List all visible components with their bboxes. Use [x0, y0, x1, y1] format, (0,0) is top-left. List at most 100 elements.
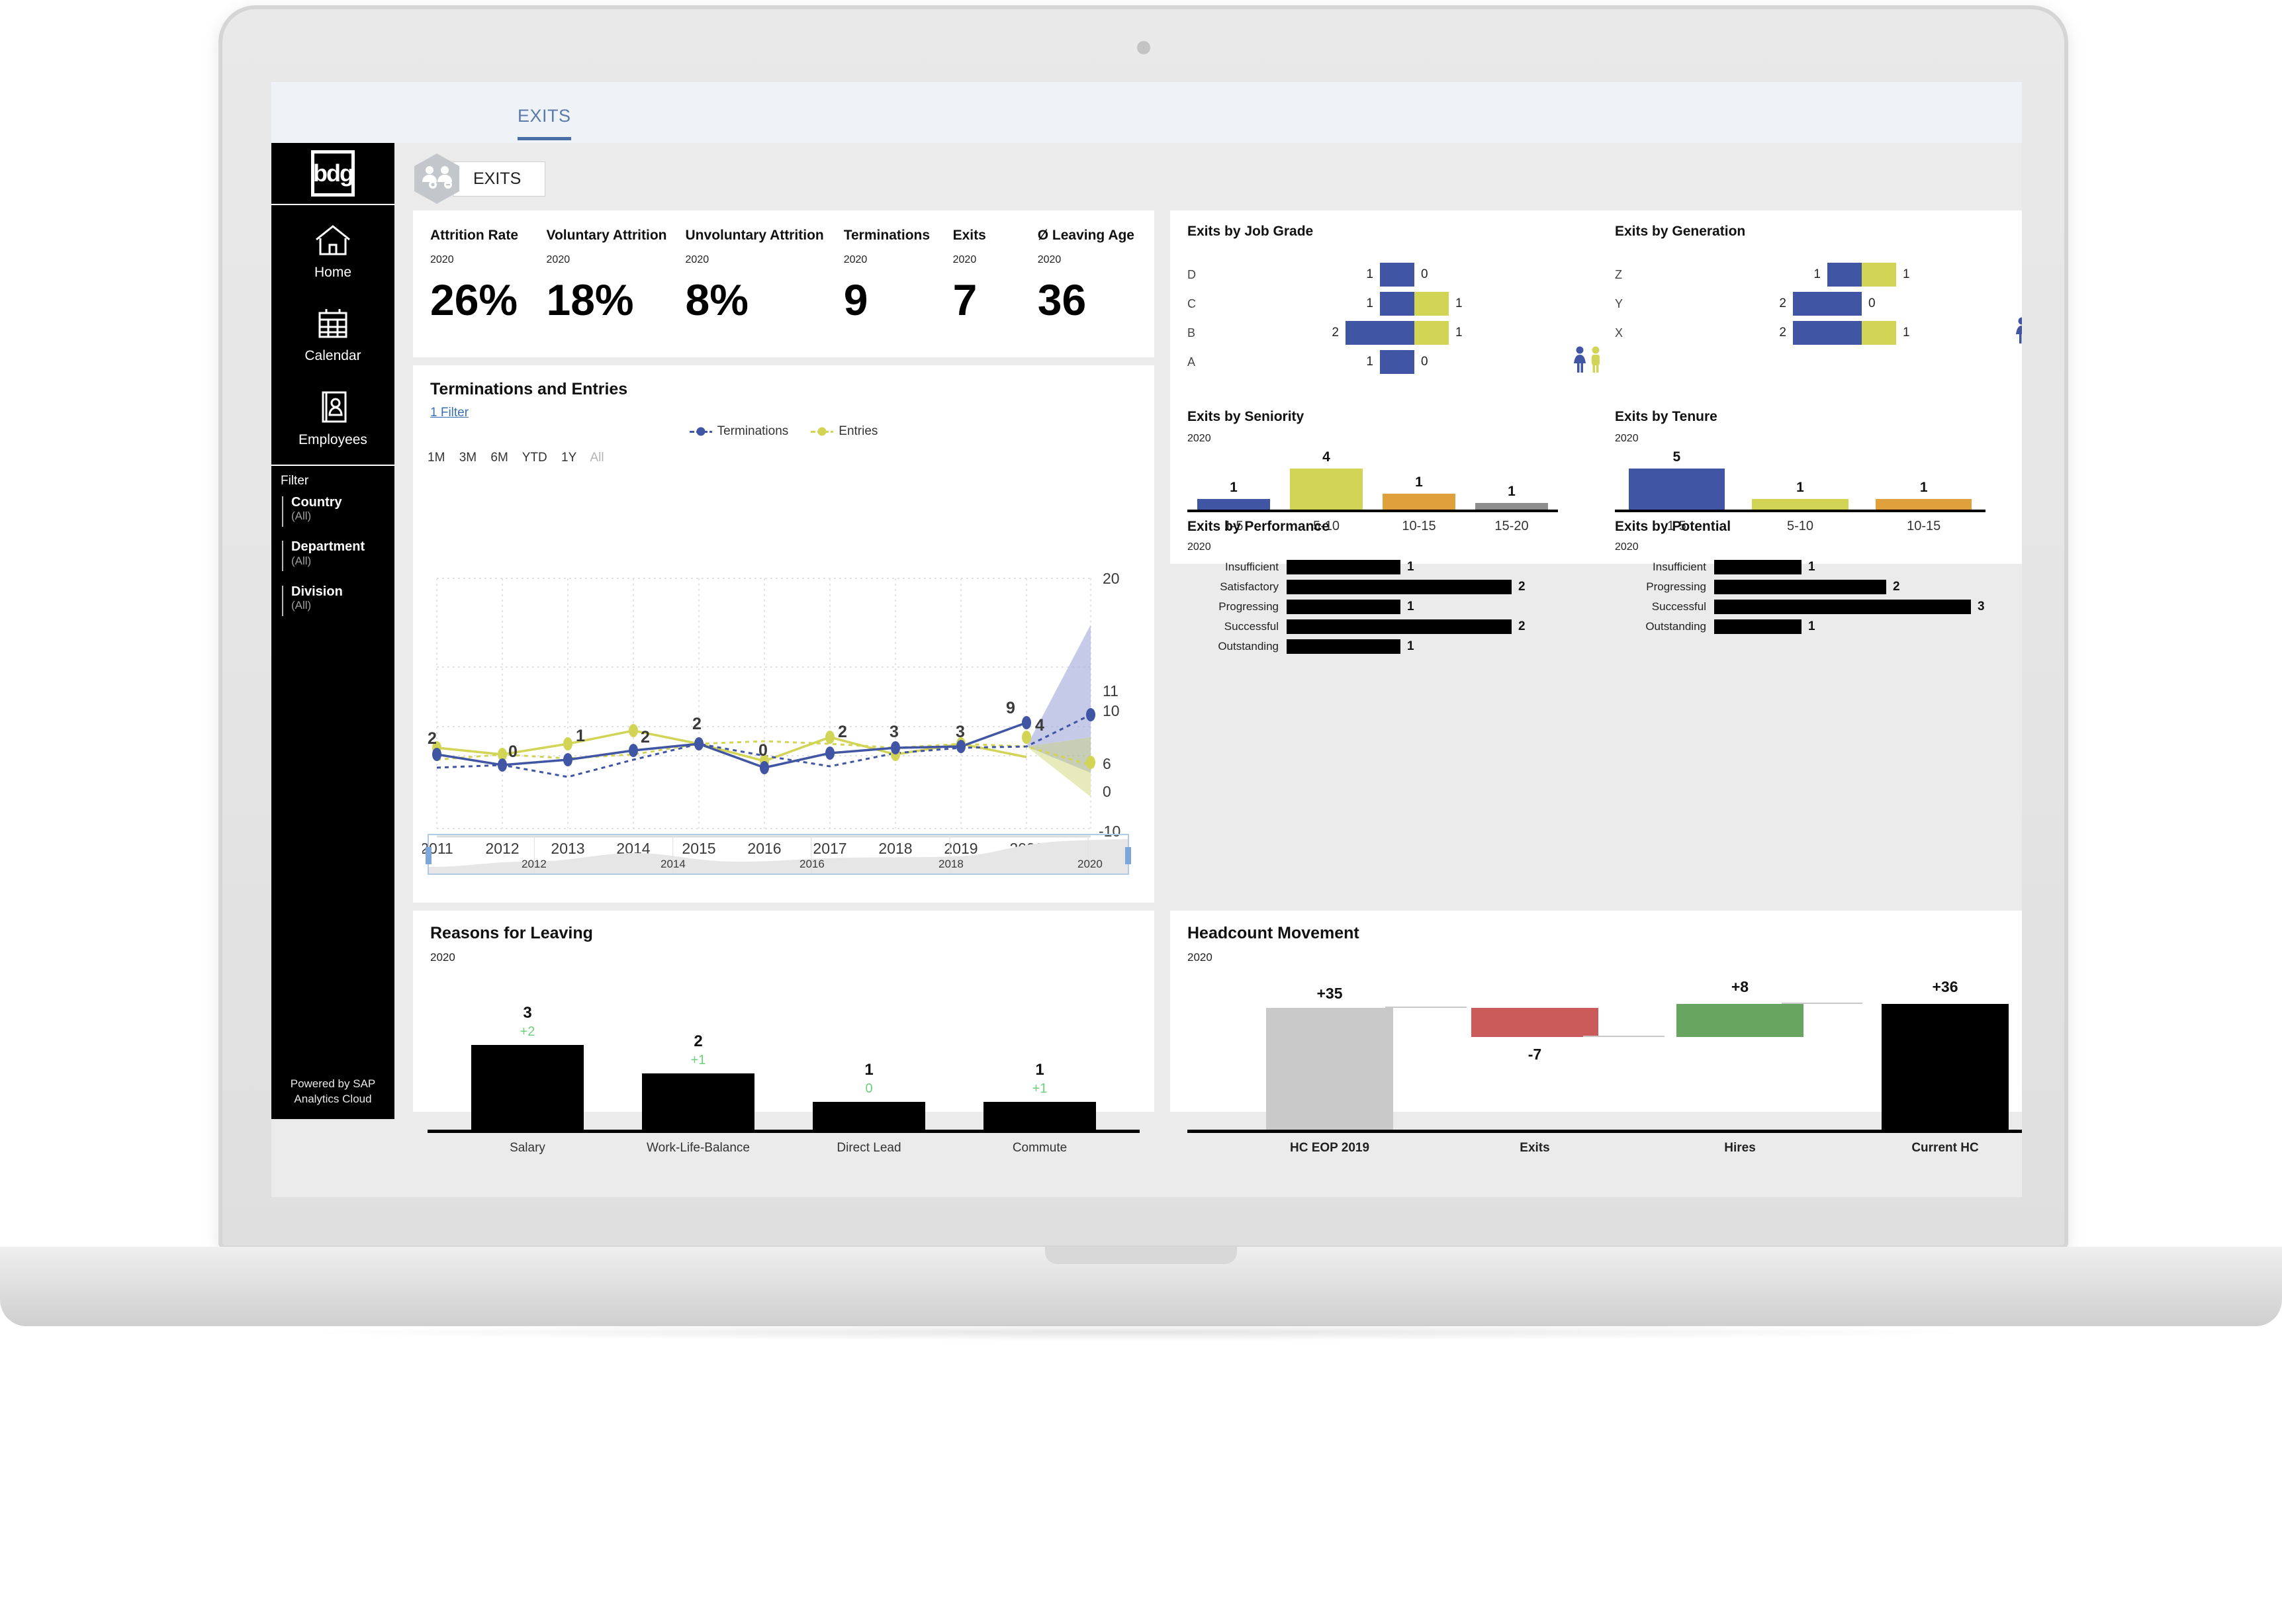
range-all[interactable]: All: [590, 451, 604, 465]
bar-value: 1: [1407, 639, 1414, 653]
sidebar-item-employees[interactable]: Employees: [271, 377, 394, 461]
page-title: EXITS: [453, 161, 546, 197]
bar-column: 1: [1465, 484, 1558, 510]
waterfall-connector: [1583, 1036, 1665, 1037]
bar-row: Satisfactory 2: [1187, 578, 1558, 596]
filter-country[interactable]: Country (All): [271, 495, 394, 527]
chart-subtitle: 2020: [430, 951, 455, 964]
svg-text:10: 10: [1103, 702, 1120, 719]
laptop-lid: EXITS bdg Home Calendar Employees Filter…: [218, 5, 2068, 1249]
bar-value: +8: [1731, 978, 1749, 995]
minimap-handle-right[interactable]: [1125, 847, 1131, 864]
svg-text:0: 0: [758, 741, 768, 760]
laptop-base-notch: [1045, 1247, 1237, 1264]
category-label: Insufficient: [1653, 561, 1706, 573]
bars: 1 4 1 1: [1187, 449, 1558, 512]
filter-label: Department: [291, 539, 365, 555]
sidebar-item-home[interactable]: Home: [271, 210, 394, 294]
bar: [641, 1073, 755, 1130]
time-range-minimap[interactable]: 2012 2014 2016 2018 2020: [426, 834, 1131, 875]
range-ytd[interactable]: YTD: [522, 451, 547, 465]
category-label: Progressing: [1218, 600, 1279, 613]
svg-text:1: 1: [576, 727, 585, 745]
bar-value: -7: [1528, 1046, 1542, 1063]
bar-value: 1: [1919, 480, 1928, 495]
bar: [471, 1045, 584, 1130]
bar-column: 1: [1862, 480, 1985, 510]
bar-male: [1862, 321, 1896, 345]
svg-text:0: 0: [508, 743, 518, 761]
range-3m[interactable]: 3M: [459, 451, 477, 465]
kpi-label: Terminations: [843, 228, 931, 243]
category-label: Outstanding: [1645, 620, 1706, 633]
exits-people-icon: [413, 152, 461, 205]
butterfly-row: B 2 1: [1187, 320, 1611, 345]
bar-female: [1827, 263, 1862, 287]
tab-exits[interactable]: EXITS: [518, 106, 571, 140]
legend-item-terminations[interactable]: Terminations: [689, 424, 789, 439]
value-female: 1: [1366, 355, 1373, 369]
value-female: 2: [1779, 326, 1786, 339]
category-label: HC EOP 2019: [1289, 1141, 1370, 1155]
kpi-attrition-rate: Attrition Rate 2020 26%: [430, 228, 527, 322]
category-label: Outstanding: [1218, 640, 1279, 653]
value-female: 1: [1366, 296, 1373, 310]
calendar-icon: [316, 307, 349, 340]
bar-value: 1: [864, 1061, 874, 1079]
bar-value: +36: [1932, 978, 1958, 995]
bar-row: Progressing 2: [1615, 578, 2012, 596]
chart-subtitle: 2020: [1615, 433, 1639, 444]
filter-link[interactable]: 1 Filter: [430, 406, 1154, 420]
page-header: EXITS: [413, 152, 546, 205]
bar-female: [1793, 292, 1862, 316]
legend-label: Entries: [839, 424, 878, 438]
legend-item-entries[interactable]: Entries: [811, 424, 878, 439]
filter-division[interactable]: Division (All): [271, 584, 394, 617]
kpi-value: 18%: [546, 275, 634, 324]
svg-text:2: 2: [641, 728, 650, 746]
logo-text: bdg: [311, 150, 355, 197]
range-selector[interactable]: 1M 3M 6M YTD 1Y All: [428, 451, 1154, 465]
exits-by-seniority-chart: Exits by Seniority 2020 1 4 1 1 1-5 5-10…: [1187, 409, 1558, 534]
bar: [1717, 580, 1886, 594]
bar-column: 5: [1615, 449, 1739, 510]
category-label: Satisfactory: [1220, 580, 1279, 593]
svg-text:3: 3: [956, 723, 965, 741]
bar: [983, 1102, 1097, 1130]
kpi-voluntary-attrition: Voluntary Attrition 2020 18%: [546, 228, 667, 324]
range-1m[interactable]: 1M: [428, 451, 445, 465]
bar-value: 1: [1407, 560, 1414, 574]
employees-icon: [316, 390, 349, 424]
bar: [1289, 560, 1400, 574]
filter-department[interactable]: Department (All): [271, 539, 394, 572]
bar: [1875, 499, 1972, 510]
bar-value: 3: [523, 1004, 532, 1022]
kpi-label: Voluntary Attrition: [546, 228, 667, 243]
bar-row: Insufficient 1: [1615, 559, 2012, 576]
legend-label: Terminations: [717, 424, 789, 438]
exits-by-tenure-chart: Exits by Tenure 2020 5 1 1 1-5 5-10 10-1…: [1615, 409, 1985, 534]
kpi-value: 26%: [430, 275, 518, 324]
app-logo[interactable]: bdg: [271, 143, 394, 205]
kpi-leaving-age: Ø Leaving Age 2020 36: [1038, 228, 1134, 322]
bar: [1289, 619, 1512, 634]
kpi-value: 9: [843, 275, 868, 324]
range-1y[interactable]: 1Y: [561, 451, 576, 465]
category-label: Progressing: [1646, 580, 1706, 593]
bar-row: Insufficient 1: [1187, 559, 1558, 576]
reasons-for-leaving-card: Reasons for Leaving 2020 3 +2 2 +1 1 0 1…: [413, 911, 1154, 1155]
bar-row: Outstanding 1: [1615, 618, 2012, 635]
bar-male: [1414, 321, 1449, 345]
minimap-handle-left[interactable]: [426, 847, 432, 864]
sidebar-item-calendar[interactable]: Calendar: [271, 294, 394, 377]
bar: [1289, 580, 1512, 594]
kpi-label: Exits: [952, 228, 986, 243]
range-6m[interactable]: 6M: [490, 451, 508, 465]
kpi-label: Unvoluntary Attrition: [685, 228, 824, 243]
exits-breakdown-card: Exits by Job Grade D 1 0 C 1 1 B 2 1 A 1…: [1170, 210, 2022, 654]
svg-text:2: 2: [428, 729, 437, 748]
category-label: C: [1187, 296, 1196, 310]
bar-value: 1: [1508, 484, 1516, 499]
svg-text:4: 4: [1035, 716, 1044, 735]
powered-by-label: Powered by SAP Analytics Cloud: [290, 1077, 376, 1106]
